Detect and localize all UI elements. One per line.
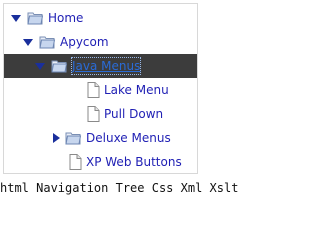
tree-item-xp-web-buttons[interactable]: XP Web Buttons — [4, 150, 197, 174]
tree-item-label[interactable]: Home — [48, 10, 83, 26]
folder-icon — [39, 36, 56, 49]
tree-item-java-menus[interactable]: Java Menus — [4, 54, 197, 78]
tree-item-label[interactable]: Pull Down — [104, 106, 163, 122]
tree-item-home[interactable]: Home — [4, 6, 197, 30]
folder-icon — [65, 132, 82, 145]
tree-panel: Home Apycom Java Menus Lake Menu Pull Do… — [3, 3, 198, 174]
tree-item-deluxe-menus[interactable]: Deluxe Menus — [4, 126, 197, 150]
expand-arrow-down-icon[interactable] — [34, 60, 46, 72]
tree-item-label[interactable]: Java Menus — [70, 57, 142, 75]
folder-icon — [51, 60, 68, 73]
expand-arrow-down-icon[interactable] — [22, 36, 34, 48]
caption-text: html Navigation Tree Css Xml Xslt — [0, 181, 239, 195]
tree-item-lake-menu[interactable]: Lake Menu — [4, 78, 197, 102]
tree-item-apycom[interactable]: Apycom — [4, 30, 197, 54]
expand-arrow-right-icon[interactable] — [50, 132, 62, 144]
tree-item-label[interactable]: Deluxe Menus — [86, 130, 171, 146]
expand-arrow-down-icon[interactable] — [10, 12, 22, 24]
tree-item-label[interactable]: Apycom — [60, 34, 109, 50]
tree-item-label[interactable]: Lake Menu — [104, 82, 169, 98]
tree-item-pull-down[interactable]: Pull Down — [4, 102, 197, 126]
page-icon — [87, 106, 100, 122]
page-icon — [69, 154, 82, 170]
page-icon — [87, 82, 100, 98]
tree-item-label[interactable]: XP Web Buttons — [86, 154, 182, 170]
folder-icon — [27, 12, 44, 25]
